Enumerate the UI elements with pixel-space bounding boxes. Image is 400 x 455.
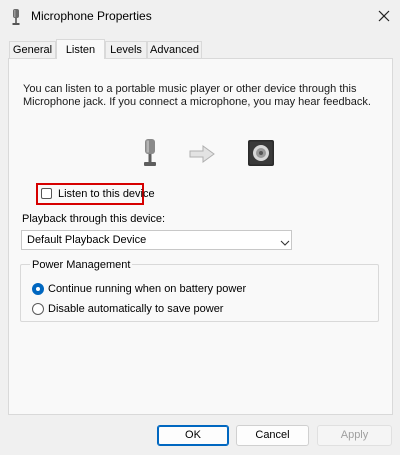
continue-on-battery-radio[interactable] — [32, 283, 44, 295]
listen-to-device-checkbox[interactable] — [41, 188, 52, 199]
tab-advanced[interactable]: Advanced — [147, 41, 202, 58]
microphone-icon — [10, 8, 22, 26]
title-bar: Microphone Properties — [0, 0, 400, 34]
continue-on-battery-label[interactable]: Continue running when on battery power — [48, 283, 246, 295]
playback-device-label: Playback through this device: — [22, 213, 166, 225]
power-management-title: Power Management — [30, 259, 133, 271]
window-title: Microphone Properties — [31, 9, 152, 23]
tab-listen[interactable]: Listen — [56, 39, 105, 59]
chevron-down-icon — [280, 237, 290, 249]
arrow-right-icon — [189, 145, 215, 166]
ok-button[interactable]: OK — [157, 425, 229, 446]
disable-to-save-power-label[interactable]: Disable automatically to save power — [48, 303, 223, 315]
tab-levels[interactable]: Levels — [105, 41, 147, 58]
apply-button[interactable]: Apply — [317, 425, 392, 446]
speaker-icon — [247, 139, 275, 170]
listen-description: You can listen to a portable music playe… — [23, 83, 371, 108]
cancel-button[interactable]: Cancel — [236, 425, 309, 446]
listen-to-device-label[interactable]: Listen to this device — [58, 188, 155, 200]
disable-to-save-power-radio[interactable] — [32, 303, 44, 315]
microphone-icon — [140, 138, 160, 171]
playback-device-value: Default Playback Device — [27, 234, 147, 246]
tab-general[interactable]: General — [9, 41, 56, 58]
close-icon — [378, 10, 390, 22]
playback-device-dropdown[interactable]: Default Playback Device — [21, 230, 292, 250]
close-button[interactable] — [372, 5, 396, 27]
